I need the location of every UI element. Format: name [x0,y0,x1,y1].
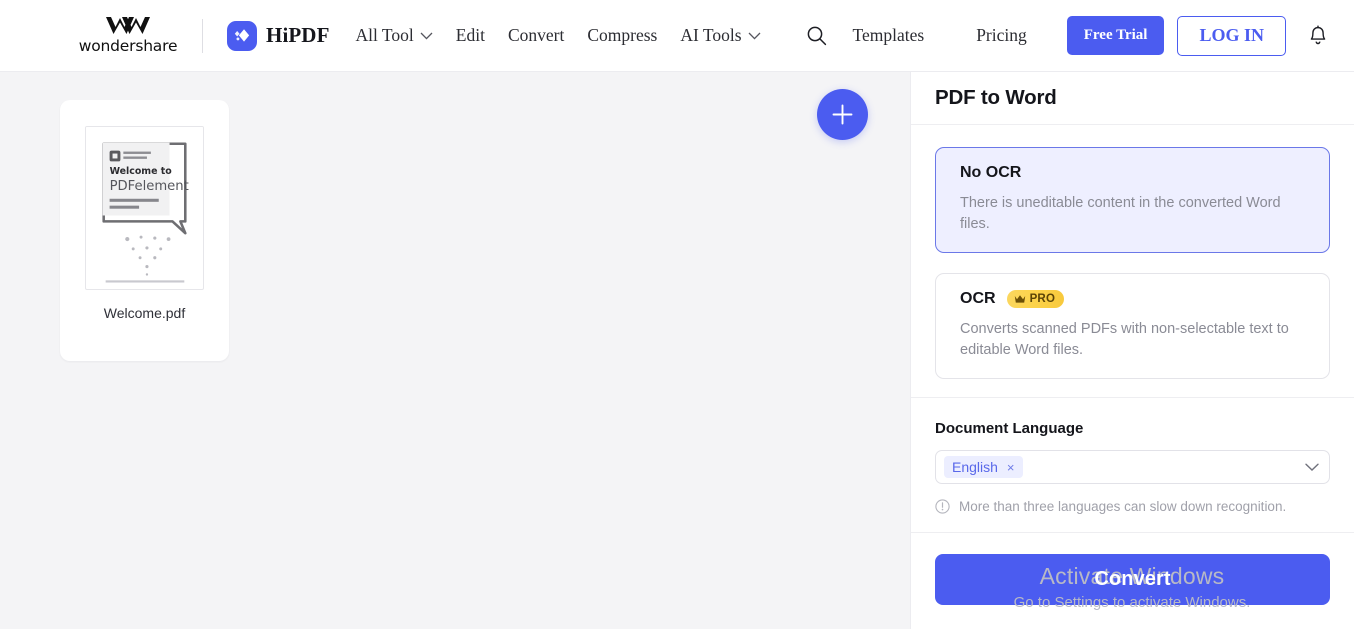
pro-badge: PRO [1006,290,1065,309]
option-no-ocr[interactable]: No OCR There is uneditable content in th… [935,147,1330,254]
crown-icon [1014,295,1025,303]
file-canvas: Welcome to PDFelement Welcome.pdf [0,72,910,629]
plus-icon [832,104,853,125]
language-hint-text: More than three languages can slow down … [959,499,1287,515]
option-title: No OCR [960,164,1022,181]
nav-item-convert[interactable]: Convert [508,25,564,46]
option-description: Converts scanned PDFs with non-selectabl… [960,321,1289,358]
file-card[interactable]: Welcome to PDFelement Welcome.pdf [60,100,229,361]
panel-footer: Convert [911,533,1354,629]
language-tag-english: English × [944,456,1023,479]
header-actions: Templates Pricing Free Trial LOG IN [827,15,1328,56]
search-icon[interactable] [806,25,827,46]
wondershare-logo[interactable]: wondershare [68,16,188,55]
convert-button[interactable]: Convert [935,554,1330,606]
svg-text:PDFelement: PDFelement [110,179,189,194]
panel-header: PDF to Word [911,72,1354,125]
wondershare-mark-icon [106,17,151,34]
nav-label: AI Tools [680,25,742,45]
nav-item-edit[interactable]: Edit [456,25,485,46]
document-language-section: Document Language English × More than th… [911,398,1354,534]
nav-item-compress[interactable]: Compress [587,25,657,46]
ocr-options-section: No OCR There is uneditable content in th… [911,125,1354,399]
nav-label: All Tool [355,25,414,45]
pro-badge-label: PRO [1029,293,1056,306]
option-header: OCR PRO [960,290,1305,309]
nav-label: Edit [455,25,485,45]
language-hint: More than three languages can slow down … [935,499,1330,514]
add-file-button[interactable] [817,89,868,140]
hipdf-brand[interactable]: HiPDF [227,20,330,51]
option-header: No OCR [960,164,1305,182]
language-select[interactable]: English × [935,450,1330,485]
nav-label: Convert [507,25,565,45]
option-ocr[interactable]: OCR PRO Converts scanned PDFs with non-s… [935,273,1330,380]
notification-bell-icon[interactable] [1308,25,1328,47]
nav-label: Compress [587,25,658,45]
info-circle-icon [935,499,950,514]
chevron-down-icon [420,32,433,40]
file-name-label: Welcome.pdf [103,305,186,321]
convert-button-label: Convert [1094,568,1171,591]
option-title: OCR [960,290,996,308]
conversion-settings-panel: PDF to Word No OCR There is uneditable c… [910,72,1354,629]
templates-link[interactable]: Templates [827,25,951,46]
page-title: PDF to Word [935,86,1057,109]
language-tag-label: English [952,459,998,476]
pdf-preview-icon: Welcome to PDFelement [86,127,203,289]
chevron-down-icon [748,32,760,40]
login-button[interactable]: LOG IN [1177,15,1286,56]
wondershare-wordmark: wondershare [78,37,178,55]
chevron-down-icon[interactable] [1305,463,1319,472]
header-divider [202,18,204,53]
free-trial-button[interactable]: Free Trial [1066,16,1165,55]
remove-language-icon[interactable]: × [1007,461,1015,474]
app-root: wondershare HiPDF All Tool Edit Convert … [0,0,1354,629]
nav-item-all-tool[interactable]: All Tool [356,25,433,46]
pricing-link[interactable]: Pricing [950,25,1053,46]
option-description: There is uneditable content in the conve… [960,195,1281,232]
nav-item-ai-tools[interactable]: AI Tools [680,25,760,46]
hipdf-logo-icon [227,20,258,51]
document-language-label: Document Language [935,420,1084,438]
file-thumbnail: Welcome to PDFelement [85,126,204,290]
hipdf-brand-name: HiPDF [266,23,330,47]
svg-text:Welcome to: Welcome to [110,166,173,177]
main-nav: All Tool Edit Convert Compress AI Tools [356,25,827,46]
page-body: Welcome to PDFelement Welcome.pdf PDF to… [0,72,1354,629]
site-header: wondershare HiPDF All Tool Edit Convert … [0,0,1354,72]
